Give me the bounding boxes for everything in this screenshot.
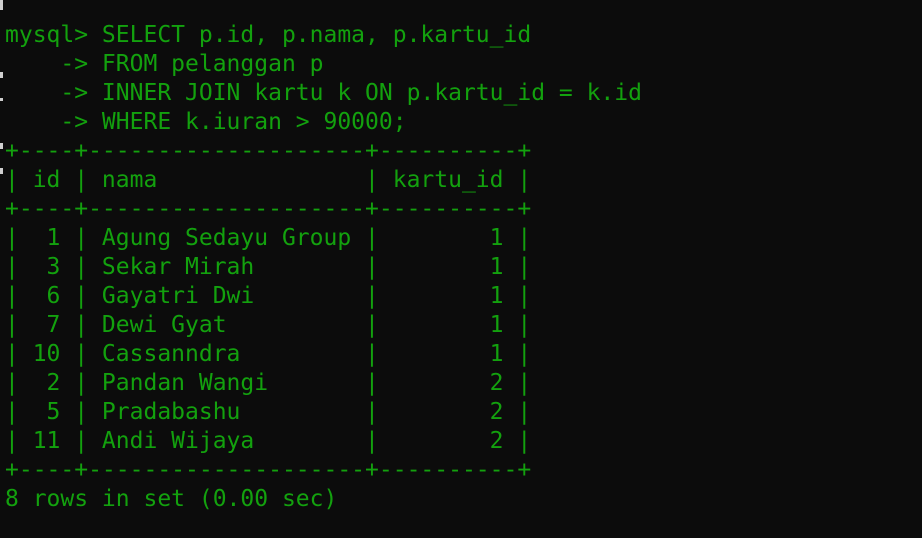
- table-border-top: +----+--------------------+----------+: [5, 138, 532, 164]
- table-row: | 1 | Agung Sedayu Group | 1 |: [5, 225, 532, 251]
- table-header-row: | id | nama | kartu_id |: [5, 167, 532, 193]
- table-row: | 2 | Pandan Wangi | 2 |: [5, 370, 532, 396]
- table-border-bottom: +----+--------------------+----------+: [5, 457, 532, 483]
- left-edge-artifact: [0, 72, 3, 78]
- table-border-header: +----+--------------------+----------+: [5, 196, 532, 222]
- prompt-line-select: mysql> SELECT p.id, p.nama, p.kartu_id: [5, 22, 532, 48]
- prompt-line-where: -> WHERE k.iuran > 90000;: [5, 109, 407, 135]
- left-edge-artifact: [0, 98, 3, 101]
- table-row: | 7 | Dewi Gyat | 1 |: [5, 312, 532, 338]
- prompt-line-join: -> INNER JOIN kartu k ON p.kartu_id = k.…: [5, 80, 642, 106]
- prompt-line-from: -> FROM pelanggan p: [5, 51, 324, 77]
- left-edge-artifact: [0, 143, 3, 149]
- table-row: | 3 | Sekar Mirah | 1 |: [5, 254, 532, 280]
- table-row: | 6 | Gayatri Dwi | 1 |: [5, 283, 532, 309]
- result-summary: 8 rows in set (0.00 sec): [5, 486, 338, 512]
- left-edge-artifact: [0, 0, 3, 10]
- table-row: | 5 | Pradabashu | 2 |: [5, 399, 532, 425]
- table-row: | 11 | Andi Wijaya | 2 |: [5, 428, 532, 454]
- terminal-window[interactable]: mysql> SELECT p.id, p.nama, p.kartu_id -…: [0, 0, 922, 538]
- table-row: | 10 | Cassanndra | 1 |: [5, 341, 532, 367]
- left-edge-artifact: [0, 168, 3, 174]
